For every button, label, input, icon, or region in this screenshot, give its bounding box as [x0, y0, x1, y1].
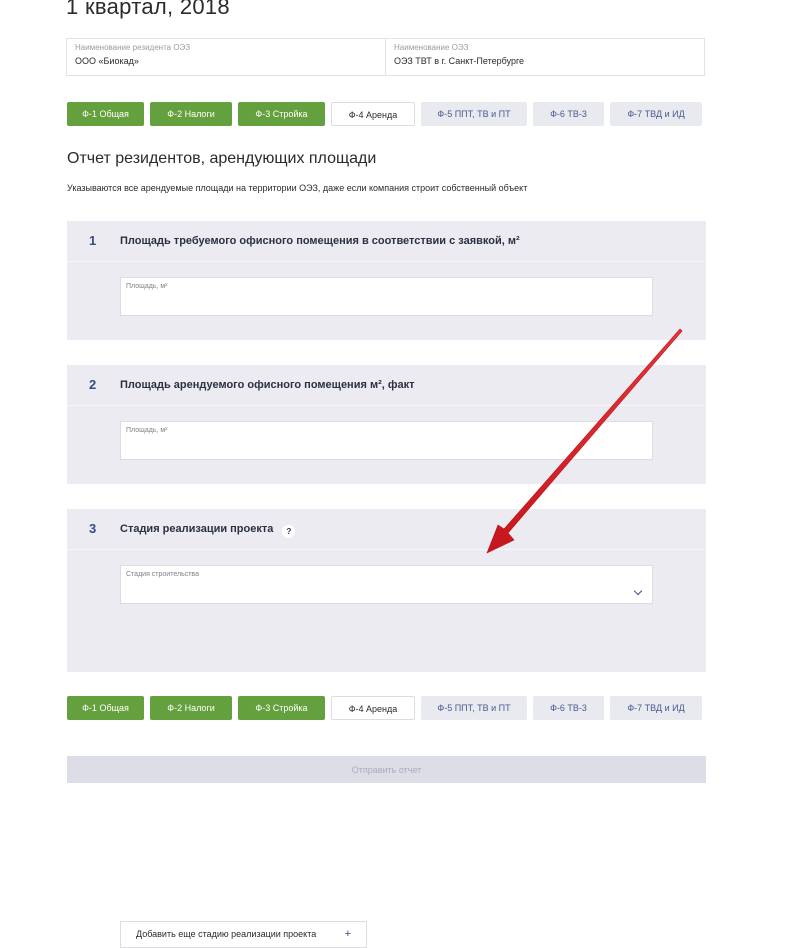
- section-note: Указываются все арендуемые площади на те…: [67, 183, 528, 193]
- tab-f4-rent[interactable]: Ф-4 Аренда: [331, 102, 415, 126]
- resident-name-value: ООО «Биокад»: [75, 56, 139, 66]
- add-stage-label: Добавить еще стадию реализации проекта: [136, 929, 317, 939]
- resident-info: Наименование резидента ОЭЗ ООО «Биокад» …: [66, 38, 705, 76]
- tab-f7-tvd[interactable]: Ф-7 ТВД и ИД: [610, 696, 702, 720]
- question-header-2: 2 Площадь арендуемого офисного помещения…: [67, 365, 706, 406]
- input-caption-1: Площадь, м²: [126, 283, 168, 290]
- add-stage-button[interactable]: Добавить еще стадию реализации проекта +: [120, 921, 367, 948]
- sez-name-caption: Наименование ОЭЗ: [394, 43, 469, 52]
- question-header-3: 3 Стадия реализации проекта ?: [67, 509, 706, 550]
- office-area-required-input[interactable]: Площадь, м²: [120, 277, 653, 316]
- page-title: 1 квартал, 2018: [66, 0, 230, 19]
- tab-f3-construction[interactable]: Ф-3 Стройка: [238, 102, 325, 126]
- tab-f6-tv3[interactable]: Ф-6 ТВ-3: [533, 102, 604, 126]
- question-header-1: 1 Площадь требуемого офисного помещения …: [67, 221, 706, 262]
- help-icon[interactable]: ?: [282, 525, 296, 538]
- question-label-3-text: Стадия реализации проекта: [120, 523, 274, 535]
- tab-f2-taxes[interactable]: Ф-2 Налоги: [150, 696, 232, 720]
- tab-f3-construction[interactable]: Ф-3 Стройка: [238, 696, 325, 720]
- sez-name-cell: Наименование ОЭЗ ОЭЗ ТВТ в г. Санкт-Пете…: [385, 39, 704, 75]
- input-caption-3: Стадия строительства: [126, 571, 199, 578]
- tab-f2-taxes[interactable]: Ф-2 Налоги: [150, 102, 232, 126]
- question-block-2: 2 Площадь арендуемого офисного помещения…: [67, 365, 706, 484]
- question-label-3: Стадия реализации проекта ?: [120, 523, 296, 538]
- tab-f7-tvd[interactable]: Ф-7 ТВД и ИД: [610, 102, 702, 126]
- input-caption-2: Площадь, м²: [126, 427, 168, 434]
- question-label-1: Площадь требуемого офисного помещения в …: [120, 235, 520, 247]
- chevron-down-icon: [633, 586, 643, 596]
- plus-icon: +: [344, 928, 351, 940]
- question-number-3: 3: [89, 521, 97, 536]
- question-number-1: 1: [89, 233, 97, 248]
- tab-f5-ppt[interactable]: Ф-5 ППТ, ТВ и ПТ: [421, 696, 527, 720]
- question-label-2: Площадь арендуемого офисного помещения м…: [120, 379, 415, 391]
- sez-name-value: ОЭЗ ТВТ в г. Санкт-Петербурге: [394, 56, 525, 66]
- question-number-2: 2: [89, 377, 97, 392]
- office-area-actual-input[interactable]: Площадь, м²: [120, 421, 653, 460]
- tab-f1-general[interactable]: Ф-1 Общая: [67, 696, 144, 720]
- tab-f6-tv3[interactable]: Ф-6 ТВ-3: [533, 696, 604, 720]
- question-block-3: 3 Стадия реализации проекта ? Стадия стр…: [67, 509, 706, 948]
- construction-stage-select[interactable]: Стадия строительства: [120, 565, 653, 604]
- tab-f4-rent[interactable]: Ф-4 Аренда: [331, 696, 415, 720]
- resident-name-cell: Наименование резидента ОЭЗ ООО «Биокад»: [67, 39, 385, 75]
- tab-f1-general[interactable]: Ф-1 Общая: [67, 102, 144, 126]
- submit-report-button[interactable]: Отправить отчет: [67, 756, 706, 783]
- section-title: Отчет резидентов, арендующих площади: [67, 150, 377, 167]
- form-tabs-top: Ф-1 Общая Ф-2 Налоги Ф-3 Стройка Ф-4 Аре…: [67, 102, 702, 126]
- resident-name-caption: Наименование резидента ОЭЗ: [75, 43, 191, 52]
- tab-f5-ppt[interactable]: Ф-5 ППТ, ТВ и ПТ: [421, 102, 527, 126]
- form-tabs-bottom: Ф-1 Общая Ф-2 Налоги Ф-3 Стройка Ф-4 Аре…: [67, 696, 702, 720]
- question-block-1: 1 Площадь требуемого офисного помещения …: [67, 221, 706, 340]
